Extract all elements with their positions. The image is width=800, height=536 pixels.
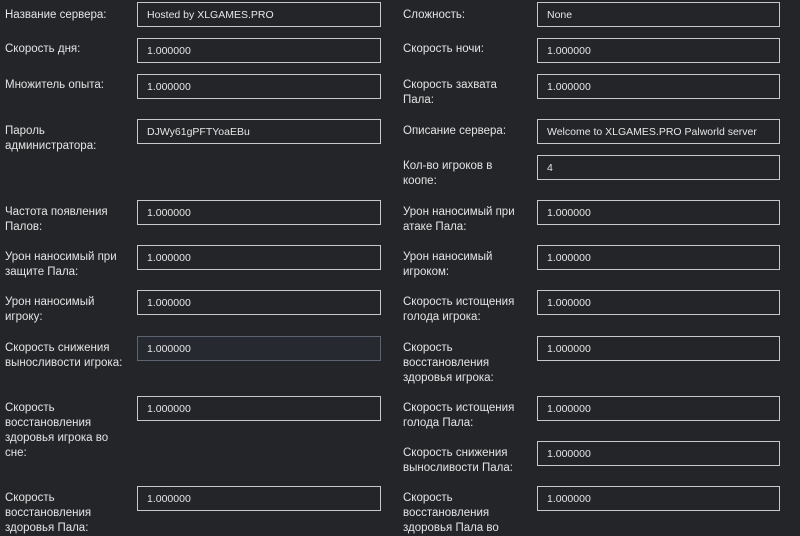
admin-password-label: Пароль администратора: (5, 125, 97, 152)
night-speed-input[interactable] (537, 38, 780, 63)
player-sleep-health-regen-label: Скорость восстановления здоровья игрока … (5, 402, 109, 459)
pal-sleep-health-regen-input[interactable] (537, 486, 780, 511)
server-description-label: Описание сервера: (403, 125, 507, 137)
exp-multiplier-input[interactable] (137, 74, 381, 99)
coop-players-label: Кол-во игроков в коопе: (403, 160, 493, 187)
player-health-regen-label: Скорость восстановления здоровья игрока: (403, 342, 494, 384)
player-damage-label: Урон наносимый игроком: (403, 251, 493, 278)
difficulty-input[interactable] (537, 2, 780, 27)
pal-attack-damage-input[interactable] (537, 200, 780, 225)
pal-stamina-decrease-label: Скорость снижения выносливости Пала: (403, 447, 513, 474)
pal-attack-damage-label: Урон наносимый при атаке Пала: (403, 206, 515, 233)
pal-health-regen-label: Скорость восстановления здоровья Пала: (5, 492, 92, 534)
server-name-label: Название сервера: (5, 9, 107, 21)
server-description-input[interactable] (537, 119, 780, 144)
player-damage-input[interactable] (537, 245, 780, 270)
pal-defense-damage-input[interactable] (137, 245, 381, 270)
night-speed-label: Скорость ночи: (403, 43, 484, 55)
pal-spawn-rate-input[interactable] (137, 200, 381, 225)
player-stamina-decrease-input[interactable] (137, 336, 381, 361)
player-health-regen-input[interactable] (537, 336, 780, 361)
player-sleep-health-regen-input[interactable] (137, 396, 381, 421)
pal-sleep-health-regen-label: Скорость восстановления здоровья Пала во… (403, 492, 499, 534)
exp-multiplier-label: Множитель опыта: (5, 79, 104, 91)
pal-defense-damage-label: Урон наносимый при защите Пала: (5, 251, 117, 278)
pal-hunger-rate-label: Скорость истощения голода Пала: (403, 402, 515, 429)
pal-health-regen-input[interactable] (137, 486, 381, 511)
pal-stamina-decrease-input[interactable] (537, 441, 780, 466)
pal-spawn-rate-label: Частота появления Палов: (5, 206, 108, 233)
admin-password-input[interactable] (137, 119, 381, 144)
player-hunger-rate-label: Скорость истощения голода игрока: (403, 296, 515, 323)
pal-capture-rate-input[interactable] (537, 74, 780, 99)
server-settings-form: Название сервера: Скорость дня: Множител… (0, 0, 800, 536)
player-stamina-decrease-label: Скорость снижения выносливости игрока: (5, 342, 123, 369)
damage-to-player-label: Урон наносимый игроку: (5, 296, 95, 323)
pal-hunger-rate-input[interactable] (537, 396, 780, 421)
server-name-input[interactable] (137, 2, 381, 27)
coop-players-input[interactable] (537, 155, 780, 180)
day-speed-input[interactable] (137, 38, 381, 63)
player-hunger-rate-input[interactable] (537, 290, 780, 315)
damage-to-player-input[interactable] (137, 290, 381, 315)
day-speed-label: Скорость дня: (5, 43, 81, 55)
pal-capture-rate-label: Скорость захвата Пала: (403, 79, 497, 106)
difficulty-label: Сложность: (403, 9, 466, 21)
